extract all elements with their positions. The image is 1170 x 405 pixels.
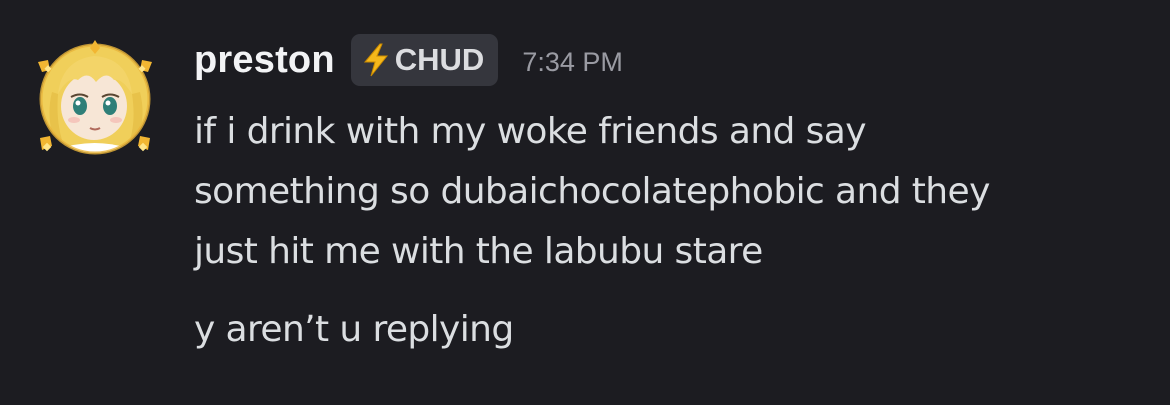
message-timestamp[interactable]: 7:34 PM — [522, 43, 623, 78]
user-avatar[interactable] — [36, 40, 154, 158]
username[interactable]: preston — [194, 39, 335, 82]
followup-message-content: y aren’t u replying — [194, 309, 514, 350]
message-content: if i drink with my woke friends and say … — [194, 102, 1154, 282]
chat-message: preston CHUD 7:34 PM if i drink with my … — [0, 0, 1170, 405]
anime-girl-avatar-icon — [38, 40, 152, 155]
clan-tag-label: CHUD — [394, 42, 485, 77]
lightning-bolt-icon — [361, 43, 391, 77]
message-line: something so dubaichocolatephobic and th… — [194, 171, 990, 212]
message-header: preston CHUD 7:34 PM — [194, 30, 623, 90]
message-line: just hit me with the labubu stare — [194, 231, 763, 272]
message-line: if i drink with my woke friends and say — [194, 111, 867, 152]
clan-tag[interactable]: CHUD — [350, 34, 499, 86]
